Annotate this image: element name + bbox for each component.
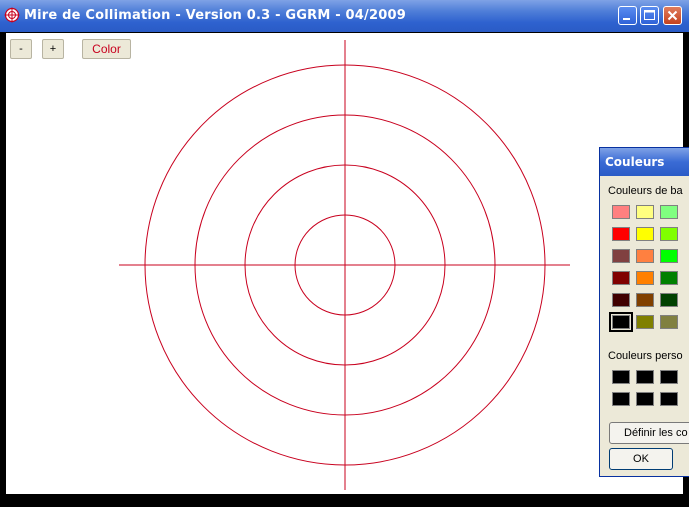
color-dialog-title-bar[interactable]: Couleurs — [600, 148, 689, 176]
canvas-area: - + Color — [6, 33, 683, 494]
basic-color-swatch[interactable] — [636, 315, 654, 329]
app-window: Mire de Collimation - Version 0.3 - GGRM… — [0, 0, 689, 507]
maximize-button[interactable] — [640, 6, 659, 25]
basic-color-swatch[interactable] — [636, 249, 654, 263]
custom-color-swatch[interactable] — [660, 370, 678, 384]
minimize-icon — [623, 18, 630, 20]
basic-color-swatch[interactable] — [612, 227, 630, 241]
basic-color-swatch[interactable] — [636, 227, 654, 241]
basic-color-swatch[interactable] — [660, 315, 678, 329]
window-title: Mire de Collimation - Version 0.3 - GGRM… — [24, 8, 406, 23]
custom-color-swatch[interactable] — [636, 392, 654, 406]
custom-color-swatch[interactable] — [636, 370, 654, 384]
basic-color-swatch[interactable] — [612, 293, 630, 307]
minimize-button[interactable] — [618, 6, 637, 25]
basic-color-swatch[interactable] — [612, 205, 630, 219]
close-button[interactable] — [663, 6, 682, 25]
basic-color-swatch[interactable] — [636, 205, 654, 219]
color-dialog-title: Couleurs — [605, 155, 665, 169]
close-icon — [667, 10, 678, 21]
ok-button[interactable]: OK — [609, 448, 673, 470]
basic-color-swatch[interactable] — [660, 227, 678, 241]
custom-color-swatch[interactable] — [660, 392, 678, 406]
define-custom-colors-button[interactable]: Définir les co — [609, 422, 689, 444]
basic-color-swatch[interactable] — [660, 271, 678, 285]
basic-color-swatch[interactable] — [636, 293, 654, 307]
basic-color-swatch[interactable] — [612, 271, 630, 285]
basic-color-swatch[interactable] — [612, 249, 630, 263]
custom-color-swatch[interactable] — [612, 370, 630, 384]
basic-color-swatch[interactable] — [660, 205, 678, 219]
maximize-icon — [644, 10, 655, 20]
crosshair-icon — [4, 7, 20, 23]
custom-colors-label: Couleurs perso — [608, 350, 683, 362]
color-dialog: Couleurs Couleurs de ba Couleurs perso D… — [599, 147, 689, 477]
custom-color-swatch[interactable] — [612, 392, 630, 406]
basic-color-swatch[interactable] — [660, 293, 678, 307]
basic-color-swatch[interactable] — [609, 312, 633, 332]
collimation-target — [119, 40, 570, 490]
basic-colors-label: Couleurs de ba — [608, 185, 683, 197]
basic-color-swatch[interactable] — [660, 249, 678, 263]
title-bar[interactable]: Mire de Collimation - Version 0.3 - GGRM… — [0, 0, 689, 32]
basic-color-swatch[interactable] — [636, 271, 654, 285]
